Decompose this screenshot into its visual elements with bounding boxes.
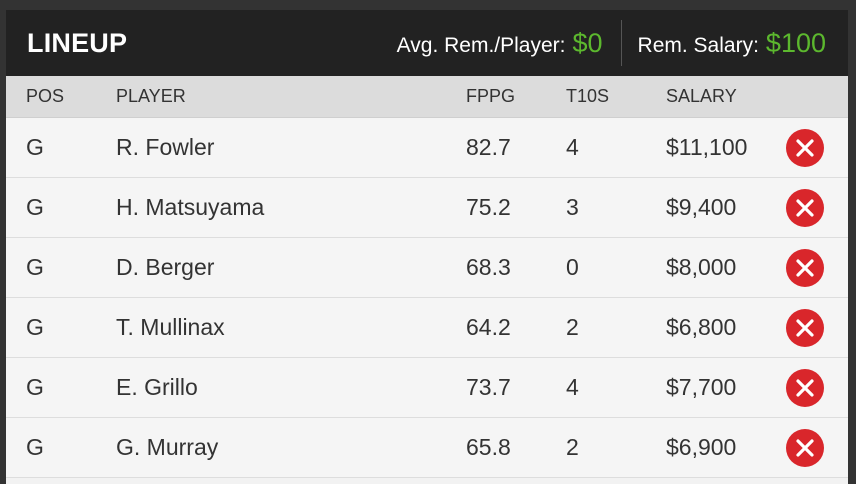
player-t10s: 2 xyxy=(566,314,579,340)
player-name[interactable]: G. Murray xyxy=(116,434,218,461)
column-header-t10s[interactable]: T10S xyxy=(566,86,609,107)
player-salary: $6,900 xyxy=(666,434,737,460)
player-t10s: 0 xyxy=(566,254,579,280)
player-position: G xyxy=(26,134,44,160)
remove-x-circle-icon[interactable] xyxy=(786,128,824,167)
table-header: POS PLAYER FPPG T10S SALARY xyxy=(6,76,848,118)
remove-x-circle-icon[interactable] xyxy=(786,188,824,227)
lineup-rows: G R. Fowler 82.7 4 $11,100 G H. Matsuyam… xyxy=(6,118,848,478)
remove-x-circle-icon[interactable] xyxy=(786,248,824,287)
table-row: G H. Matsuyama 75.2 3 $9,400 xyxy=(6,178,848,238)
table-row: G T. Mullinax 64.2 2 $6,800 xyxy=(6,298,848,358)
column-header-pos[interactable]: POS xyxy=(26,86,64,107)
player-position: G xyxy=(26,314,44,340)
player-t10s: 4 xyxy=(566,374,579,400)
remove-player-button[interactable] xyxy=(786,188,824,227)
player-fppg: 82.7 xyxy=(466,134,511,160)
lineup-panel: LINEUP Avg. Rem./Player: $0 Rem. Salary:… xyxy=(6,10,848,484)
remove-x-circle-icon[interactable] xyxy=(786,308,824,347)
remaining-salary: Rem. Salary: $100 xyxy=(638,28,826,59)
avg-remaining-value: $0 xyxy=(572,27,603,58)
player-fppg: 73.7 xyxy=(466,374,511,400)
remove-x-circle-icon[interactable] xyxy=(786,368,824,407)
player-salary: $11,100 xyxy=(666,134,748,160)
player-t10s: 3 xyxy=(566,194,579,220)
remaining-salary-label: Rem. Salary: xyxy=(637,33,759,57)
avg-remaining-per-player: Avg. Rem./Player: $0 xyxy=(397,28,603,59)
player-name[interactable]: T. Mullinax xyxy=(116,314,225,341)
player-name[interactable]: R. Fowler xyxy=(116,134,214,161)
player-salary: $6,800 xyxy=(666,314,737,340)
player-position: G xyxy=(26,374,44,400)
remove-player-button[interactable] xyxy=(786,248,824,287)
table-row: G E. Grillo 73.7 4 $7,700 xyxy=(6,358,848,418)
player-name[interactable]: E. Grillo xyxy=(116,374,198,401)
column-header-fppg[interactable]: FPPG xyxy=(466,86,515,107)
remove-x-circle-icon[interactable] xyxy=(786,428,824,467)
player-position: G xyxy=(26,254,44,280)
salary-stats: Avg. Rem./Player: $0 Rem. Salary: $100 xyxy=(397,10,848,76)
avg-remaining-label: Avg. Rem./Player: xyxy=(396,33,566,57)
lineup-header: LINEUP Avg. Rem./Player: $0 Rem. Salary:… xyxy=(6,10,848,76)
player-t10s: 2 xyxy=(566,434,579,460)
table-row: G G. Murray 65.8 2 $6,900 xyxy=(6,418,848,478)
player-salary: $8,000 xyxy=(666,254,737,280)
table-row: G D. Berger 68.3 0 $8,000 xyxy=(6,238,848,298)
player-fppg: 75.2 xyxy=(466,194,511,220)
remove-player-button[interactable] xyxy=(786,368,824,407)
stats-divider xyxy=(620,20,622,66)
column-header-salary[interactable]: SALARY xyxy=(666,86,737,107)
player-fppg: 64.2 xyxy=(466,314,511,340)
player-fppg: 68.3 xyxy=(466,254,511,280)
player-position: G xyxy=(26,434,44,460)
remaining-salary-value: $100 xyxy=(765,27,826,58)
player-position: G xyxy=(26,194,44,220)
remove-player-button[interactable] xyxy=(786,428,824,467)
player-salary: $9,400 xyxy=(666,194,737,220)
player-salary: $7,700 xyxy=(666,374,737,400)
player-fppg: 65.8 xyxy=(466,434,511,460)
player-name[interactable]: H. Matsuyama xyxy=(116,194,264,221)
table-row: G R. Fowler 82.7 4 $11,100 xyxy=(6,118,848,178)
column-header-player[interactable]: PLAYER xyxy=(116,86,186,107)
remove-player-button[interactable] xyxy=(786,308,824,347)
player-t10s: 4 xyxy=(566,134,579,160)
player-name[interactable]: D. Berger xyxy=(116,254,214,281)
lineup-title: LINEUP xyxy=(27,27,128,58)
remove-player-button[interactable] xyxy=(786,128,824,167)
